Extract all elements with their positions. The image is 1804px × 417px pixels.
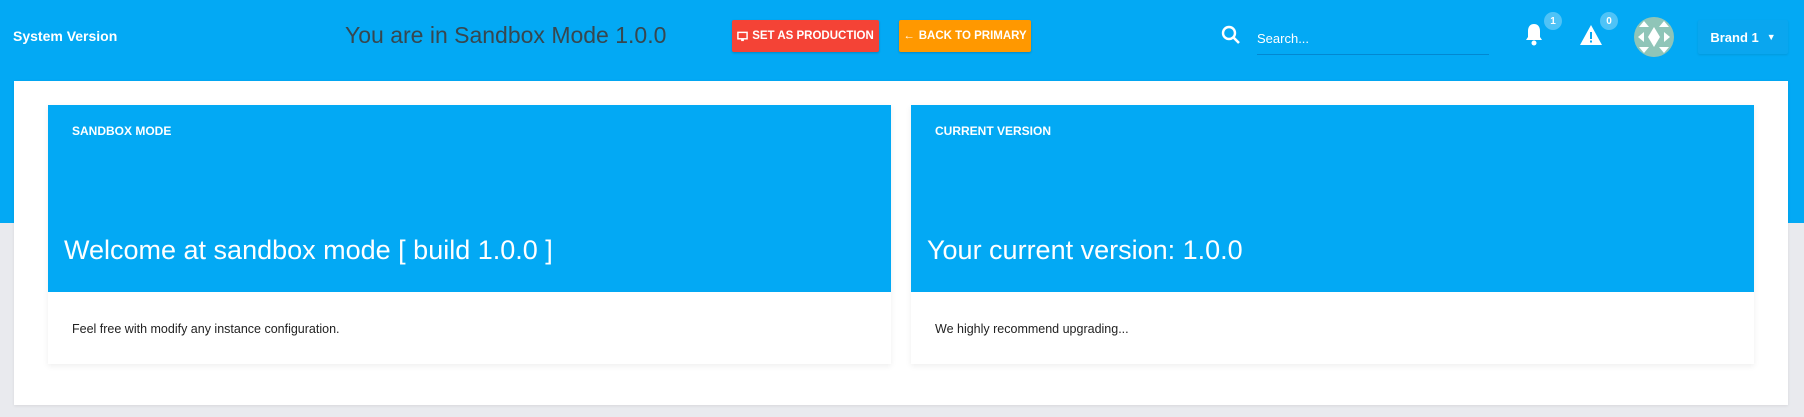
current-version-card: CURRENT VERSION Your current version: 1.… [911, 105, 1754, 364]
search-icon[interactable] [1220, 24, 1242, 46]
sandbox-mode-title: You are in Sandbox Mode 1.0.0 [345, 22, 667, 48]
warning-icon [1580, 25, 1602, 45]
brand-label: Brand 1 [1710, 29, 1759, 45]
card-label: CURRENT VERSION [935, 124, 1052, 138]
back-to-primary-label: BACK TO PRIMARY [918, 30, 1027, 42]
back-to-primary-button[interactable]: ← BACK TO PRIMARY [899, 20, 1031, 52]
set-as-production-button[interactable]: SET AS PRODUCTION [732, 20, 879, 52]
card-header: SANDBOX MODE Welcome at sandbox mode [ b… [48, 105, 891, 292]
arrow-left-icon: ← [903, 30, 915, 42]
card-headline: Welcome at sandbox mode [ build 1.0.0 ] [64, 235, 553, 265]
alerts-button[interactable]: 0 [1578, 12, 1618, 50]
notifications-badge: 1 [1544, 12, 1562, 30]
brand-dropdown[interactable]: Brand 1 ▼ [1698, 20, 1788, 54]
sandbox-mode-card: SANDBOX MODE Welcome at sandbox mode [ b… [48, 105, 891, 364]
card-body: We highly recommend upgrading... [935, 322, 1129, 336]
card-label: SANDBOX MODE [72, 124, 172, 138]
card-headline: Your current version: 1.0.0 [927, 235, 1243, 265]
alerts-badge: 0 [1600, 12, 1618, 30]
set-as-production-label: SET AS PRODUCTION [752, 30, 874, 42]
app-title: System Version [13, 28, 118, 44]
bell-icon [1526, 24, 1542, 46]
user-avatar[interactable] [1634, 17, 1674, 57]
card-header: CURRENT VERSION Your current version: 1.… [911, 105, 1754, 292]
notifications-button[interactable]: 1 [1522, 12, 1562, 50]
monitor-icon [737, 31, 749, 41]
search-input[interactable] [1257, 22, 1489, 55]
caret-down-icon: ▼ [1766, 32, 1776, 42]
card-body: Feel free with modify any instance confi… [72, 322, 340, 336]
avatar-pattern-icon [1634, 17, 1674, 57]
